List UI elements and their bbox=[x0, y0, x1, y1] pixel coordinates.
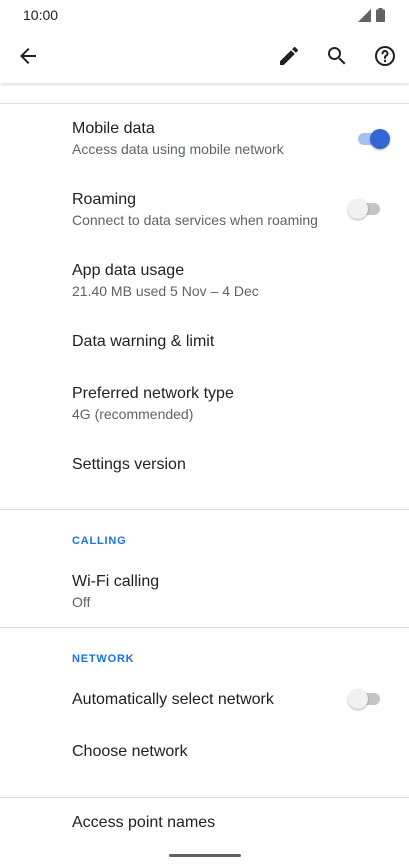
access-point-names-setting[interactable]: Access point names bbox=[72, 813, 215, 833]
back-arrow-icon[interactable] bbox=[12, 40, 44, 72]
calling-divider bbox=[0, 509, 409, 510]
roaming-switch[interactable] bbox=[348, 198, 382, 220]
roaming-summary: Connect to data services when roaming bbox=[72, 212, 318, 228]
app-data-usage-title: App data usage bbox=[72, 262, 185, 279]
top-divider bbox=[0, 103, 409, 104]
data-warning-setting[interactable]: Data warning & limit bbox=[72, 332, 214, 352]
apn-divider bbox=[0, 797, 409, 798]
settings-version-title: Settings version bbox=[72, 456, 186, 473]
preferred-network-title: Preferred network type bbox=[72, 385, 234, 402]
search-icon[interactable] bbox=[321, 40, 353, 72]
edit-pencil-icon[interactable] bbox=[273, 40, 305, 72]
signal-icon bbox=[357, 8, 371, 27]
preferred-network-setting[interactable]: Preferred network type 4G (recommended) bbox=[72, 384, 234, 423]
choose-network-setting[interactable]: Choose network bbox=[72, 742, 188, 762]
status-bar: 10:00 bbox=[0, 0, 409, 30]
status-time: 10:00 bbox=[23, 7, 59, 23]
mobile-data-title: Mobile data bbox=[72, 120, 155, 137]
wifi-calling-setting[interactable]: Wi-Fi calling Off bbox=[72, 572, 159, 611]
network-divider bbox=[0, 627, 409, 628]
auto-select-network-title: Automatically select network bbox=[72, 691, 274, 708]
wifi-calling-title: Wi-Fi calling bbox=[72, 573, 160, 590]
roaming-title: Roaming bbox=[72, 191, 137, 208]
app-data-usage-summary: 21.40 MB used 5 Nov – 4 Dec bbox=[72, 283, 259, 299]
mobile-data-setting[interactable]: Mobile data Access data using mobile net… bbox=[72, 119, 284, 158]
auto-select-network-switch[interactable] bbox=[348, 688, 382, 710]
calling-section-header: CALLING bbox=[72, 535, 127, 547]
roaming-setting[interactable]: Roaming Connect to data services when ro… bbox=[72, 190, 318, 229]
mobile-data-summary: Access data using mobile network bbox=[72, 141, 284, 157]
settings-version-setting[interactable]: Settings version bbox=[72, 455, 186, 475]
choose-network-title: Choose network bbox=[72, 743, 188, 760]
wifi-calling-summary: Off bbox=[72, 594, 91, 610]
app-data-usage-setting[interactable]: App data usage 21.40 MB used 5 Nov – 4 D… bbox=[72, 261, 259, 300]
access-point-names-title: Access point names bbox=[72, 814, 216, 831]
battery-icon bbox=[376, 8, 385, 27]
mobile-data-switch[interactable] bbox=[356, 128, 390, 150]
auto-select-network-setting[interactable]: Automatically select network bbox=[72, 690, 274, 710]
preferred-network-summary: 4G (recommended) bbox=[72, 406, 194, 422]
network-section-header: NETWORK bbox=[72, 653, 135, 665]
data-warning-title: Data warning & limit bbox=[72, 333, 215, 350]
app-bar bbox=[0, 30, 409, 83]
help-icon[interactable] bbox=[369, 40, 401, 72]
gesture-nav-handle[interactable] bbox=[169, 854, 241, 857]
